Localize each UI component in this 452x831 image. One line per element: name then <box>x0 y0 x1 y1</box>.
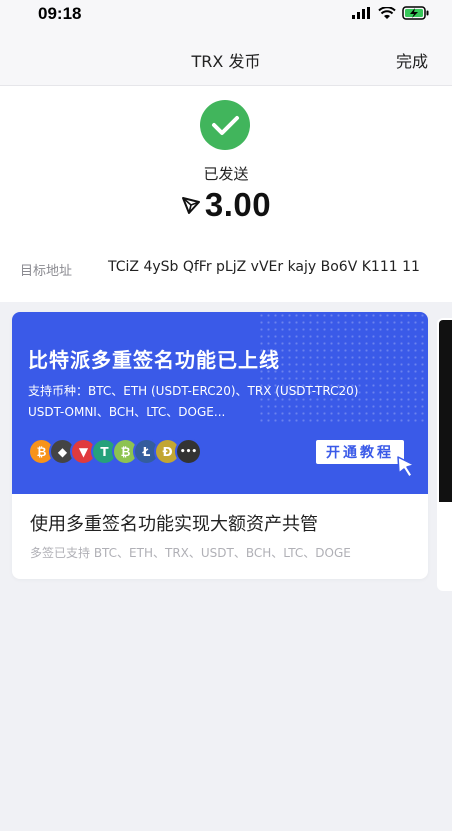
success-icon <box>200 100 250 150</box>
transfer-result: 已发送 3.00 目标地址 TCiZ 4ySb QfFr pLjZ vVEr k… <box>0 86 452 302</box>
next-card-banner <box>439 320 452 502</box>
status-icons <box>352 6 430 20</box>
next-promo-card[interactable] <box>437 318 452 591</box>
promo-banner[interactable]: 比特派多重签名功能已上线 支持币种：BTC、ETH (USDT-ERC20)、T… <box>12 312 428 494</box>
done-button[interactable]: 完成 <box>396 48 428 72</box>
multisig-promo-card[interactable]: 比特派多重签名功能已上线 支持币种：BTC、ETH (USDT-ERC20)、T… <box>12 312 428 579</box>
banner-title: 比特派多重签名功能已上线 <box>28 348 280 372</box>
signal-icon <box>352 7 370 19</box>
target-address-value: TCiZ 4ySb QfFr pLjZ vVEr kajy Bo6V K111 … <box>108 259 420 275</box>
card-subtitle: 多签已支持 BTC、ETH、TRX、USDT、BCH、LTC、DOGE <box>30 546 351 560</box>
banner-subtitle-line1: 支持币种：BTC、ETH (USDT-ERC20)、TRX (USDT-TRC2… <box>28 384 359 398</box>
coin-icon-row: ₿ ◆ ▼ T ₿ Ł Ð ••• <box>28 438 202 465</box>
trx-logo-icon <box>181 197 200 214</box>
status-text: 已发送 <box>203 165 249 183</box>
wifi-icon <box>378 6 396 19</box>
status-time: 09:18 <box>38 4 82 23</box>
status-bar: 09:18 <box>0 0 452 30</box>
target-address-label: 目标地址 <box>20 264 73 279</box>
banner-subtitle-line2: USDT-OMNI、BCH、LTC、DOGE... <box>28 405 226 419</box>
page-title: TRX 发币 <box>191 52 261 71</box>
pointer-cursor-icon <box>397 456 415 478</box>
amount-value: 3.00 <box>204 186 272 223</box>
battery-charging-icon <box>402 6 429 20</box>
tutorial-button[interactable]: 开通教程 <box>316 440 404 464</box>
coin-more-icon: ••• <box>175 438 202 465</box>
amount-row: 3.00 <box>0 186 452 224</box>
nav-bar: TRX 发币 完成 <box>0 30 452 86</box>
card-title: 使用多重签名功能实现大额资产共管 <box>30 514 318 535</box>
banner-dot-pattern <box>258 312 428 422</box>
target-address-row: 目标地址 TCiZ 4ySb QfFr pLjZ vVEr kajy Bo6V … <box>20 258 432 280</box>
